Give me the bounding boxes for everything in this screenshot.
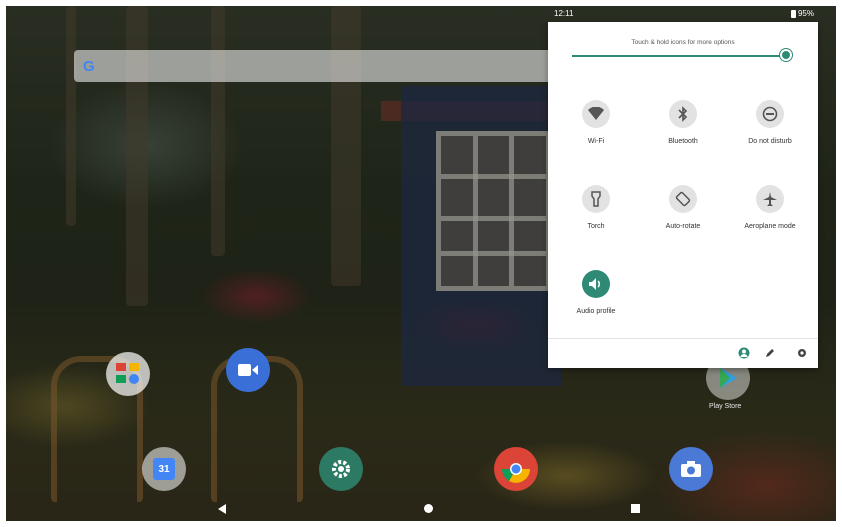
tile-label: Audio profile xyxy=(576,308,616,315)
clock: 12:11 xyxy=(554,9,574,18)
battery-icon xyxy=(790,9,796,18)
quick-settings-hint: Touch & hold icons for more options xyxy=(631,39,735,46)
settings-app[interactable] xyxy=(319,447,363,491)
play-store-label: Play Store xyxy=(709,403,742,410)
audio-profile-icon xyxy=(582,270,610,298)
duo-app[interactable] xyxy=(226,348,270,392)
gmail-photos-folder[interactable] xyxy=(106,352,150,396)
wifi-icon xyxy=(582,100,610,128)
chrome-icon xyxy=(502,455,530,483)
back-button[interactable] xyxy=(218,504,226,514)
calendar-icon: 31 xyxy=(153,458,175,480)
chrome-app[interactable] xyxy=(494,447,538,491)
tile-auto-rotate[interactable]: Auto-rotate xyxy=(638,185,728,230)
tile-aeroplane-mode[interactable]: Aeroplane mode xyxy=(725,185,815,230)
settings-icon[interactable] xyxy=(794,345,810,361)
camera-icon xyxy=(681,461,701,477)
tile-label: Wi-Fi xyxy=(587,138,605,145)
battery-indicator: 95% xyxy=(790,9,814,18)
battery-percent: 95% xyxy=(797,9,814,18)
navigation-bar xyxy=(6,497,836,521)
play-store-icon xyxy=(720,368,737,388)
tile-torch[interactable]: Torch xyxy=(551,185,641,230)
quick-settings-divider xyxy=(548,338,818,339)
tile-label: Do not disturb xyxy=(748,138,792,145)
quick-settings-panel: Touch & hold icons for more options Wi-F… xyxy=(548,22,818,368)
torch-icon xyxy=(582,185,610,213)
tile-wifi[interactable]: Wi-Fi xyxy=(551,100,641,145)
tile-label: Torch xyxy=(587,223,605,230)
bluetooth-icon xyxy=(669,100,697,128)
google-logo-icon: G xyxy=(83,58,95,75)
airplane-icon xyxy=(756,185,784,213)
auto-rotate-icon xyxy=(669,185,697,213)
app-folder-icon xyxy=(116,363,139,384)
status-bar: 12:11 95% xyxy=(6,6,836,22)
recents-button[interactable] xyxy=(631,504,640,513)
tile-audio-profile[interactable]: Audio profile xyxy=(551,270,641,315)
tablet-screen: 12:11 95% G 31 Play Store Touch & hold i… xyxy=(6,6,836,521)
edit-icon[interactable] xyxy=(762,345,778,361)
tile-bluetooth[interactable]: Bluetooth xyxy=(638,100,728,145)
tile-label: Auto-rotate xyxy=(665,223,701,230)
tile-label: Bluetooth xyxy=(668,138,698,145)
home-button[interactable] xyxy=(424,504,433,513)
user-icon[interactable] xyxy=(736,345,752,361)
camera-app[interactable] xyxy=(669,447,713,491)
tile-do-not-disturb[interactable]: Do not disturb xyxy=(725,100,815,145)
gear-icon xyxy=(332,460,350,478)
brightness-slider-thumb[interactable] xyxy=(780,49,792,61)
tile-label: Aeroplane mode xyxy=(744,223,796,230)
do-not-disturb-icon xyxy=(756,100,784,128)
video-camera-icon xyxy=(238,364,258,376)
brightness-slider[interactable] xyxy=(572,55,786,57)
calendar-app[interactable]: 31 xyxy=(142,447,186,491)
